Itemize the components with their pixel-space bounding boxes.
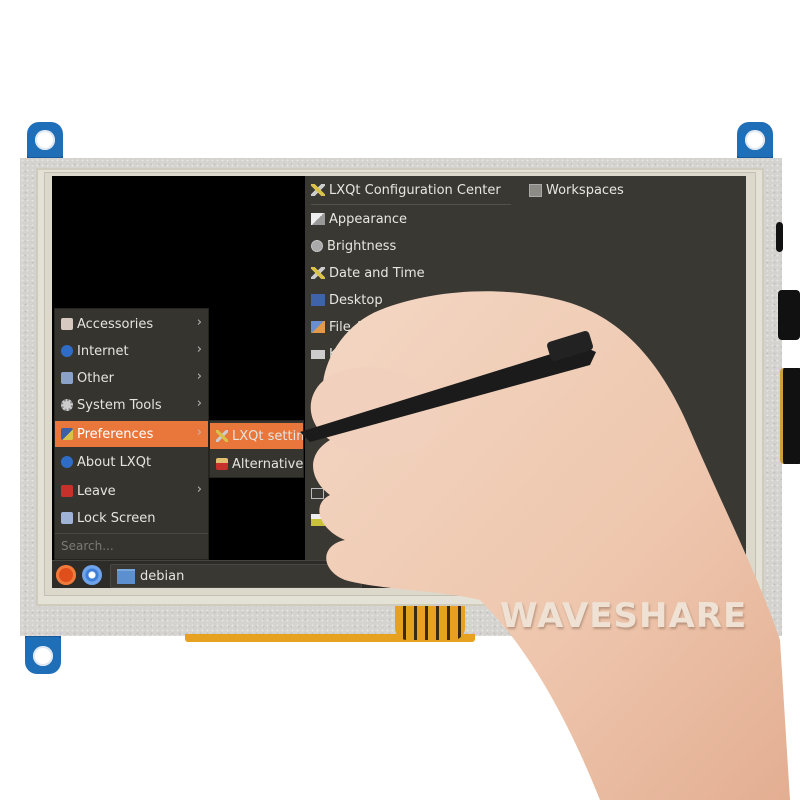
menu-item-preferences[interactable]: Preferences › <box>55 421 208 447</box>
config-item-window[interactable]: Wind <box>311 482 361 504</box>
alternatives-icon <box>216 458 228 470</box>
menu-item-other[interactable]: Other › <box>55 365 208 391</box>
info-icon <box>61 456 73 468</box>
config-separator <box>311 204 511 205</box>
config-item-file-associations[interactable]: File Associatio <box>311 316 421 338</box>
menu-item-lock-screen[interactable]: Lock Screen <box>55 505 208 531</box>
submenu-item-lxqt-settings[interactable]: LXQt settings <box>210 423 303 449</box>
usb-connector <box>778 290 800 340</box>
mount-tab-bottom-right <box>737 634 773 674</box>
application-menu: Accessories › Internet › Other › System … <box>54 308 209 560</box>
chevron-right-icon: › <box>196 369 202 384</box>
tray-icon-network[interactable] <box>708 569 718 581</box>
menu-item-leave[interactable]: Leave › <box>55 478 208 504</box>
chevron-right-icon: › <box>196 342 202 357</box>
chevron-right-icon: › <box>196 396 202 411</box>
workspaces-icon <box>529 183 542 197</box>
configuration-center-window: LXQt Configuration Center Workspaces App… <box>305 176 746 560</box>
workspace-indicator[interactable] <box>726 569 742 585</box>
chevron-right-icon: › <box>196 482 202 497</box>
mount-tab-bottom-left <box>25 634 61 674</box>
lcd-screen: LXQt Configuration Center Workspaces App… <box>52 176 746 588</box>
menu-item-system-tools[interactable]: System Tools › <box>55 392 208 418</box>
taskbar-task-debian[interactable]: debian <box>110 564 362 588</box>
window-icon <box>311 487 324 499</box>
other-icon <box>61 372 73 384</box>
hdmi-connector <box>780 368 800 464</box>
config-item-desktop[interactable]: Desktop <box>311 289 383 311</box>
start-menu-icon[interactable] <box>56 565 76 585</box>
wallpaper-icon <box>311 514 325 526</box>
config-item-brightness[interactable]: Brightness <box>311 235 396 257</box>
folder-icon <box>117 568 135 584</box>
taskbar: debian <box>52 560 746 588</box>
waveshare-watermark: WAVESHARE <box>500 596 748 636</box>
gear-icon <box>61 399 73 411</box>
config-item-wallpaper[interactable]: W <box>311 509 342 531</box>
config-item-keyboard[interactable]: Keyboa <box>311 343 377 365</box>
menu-search-input[interactable]: Search... <box>55 533 208 557</box>
settings-tools-icon <box>311 184 325 196</box>
config-center-title[interactable]: LXQt Configuration Center <box>311 179 501 201</box>
lock-icon <box>61 512 73 524</box>
brightness-icon <box>311 240 323 252</box>
config-item-date-time[interactable]: Date and Time <box>311 262 425 284</box>
power-icon <box>61 485 73 497</box>
menu-item-accessories[interactable]: Accessories › <box>55 311 208 337</box>
preferences-icon <box>61 428 73 440</box>
desktop-icon <box>311 294 325 306</box>
menu-item-about-lxqt[interactable]: About LXQt <box>55 449 208 475</box>
submenu-item-alternatives[interactable]: Alternatives <box>210 451 303 477</box>
fpc-connector <box>395 600 465 640</box>
settings-tools-icon <box>216 430 228 442</box>
chromium-icon[interactable] <box>82 565 102 585</box>
mount-tab-top-right <box>737 122 773 160</box>
preferences-submenu: LXQt settings Alternatives <box>209 420 304 478</box>
accessories-icon <box>61 318 73 330</box>
side-switch <box>776 222 783 252</box>
keyboard-icon <box>311 349 325 359</box>
appearance-icon <box>311 213 325 225</box>
chevron-right-icon: › <box>196 315 202 330</box>
menu-item-internet[interactable]: Internet › <box>55 338 208 364</box>
config-item-workspaces[interactable]: Workspaces <box>529 179 624 201</box>
date-time-icon <box>311 267 325 279</box>
globe-icon <box>61 345 73 357</box>
file-associations-icon <box>311 321 325 333</box>
mount-tab-top-left <box>27 122 63 160</box>
config-item-appearance[interactable]: Appearance <box>311 208 407 230</box>
chevron-right-icon: › <box>196 425 202 440</box>
